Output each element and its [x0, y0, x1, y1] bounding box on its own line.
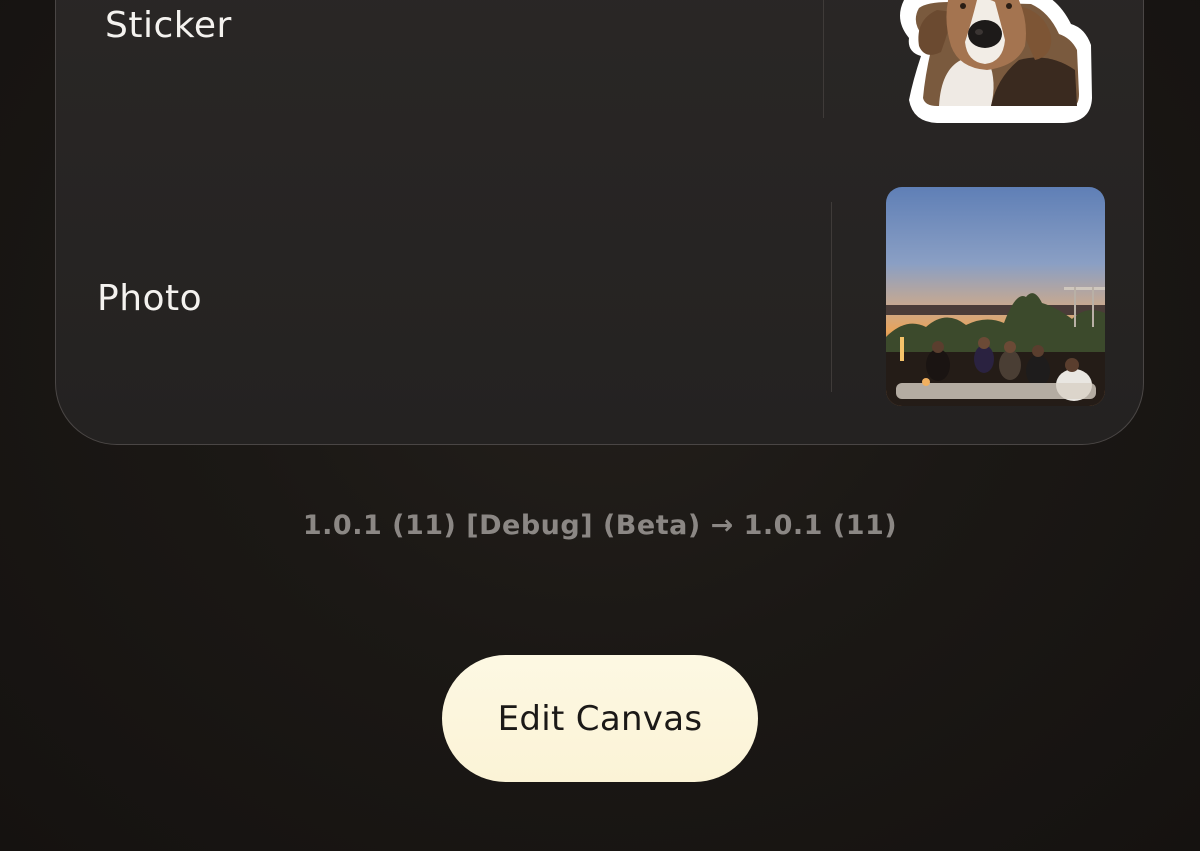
edit-canvas-button[interactable]: Edit Canvas	[442, 655, 758, 782]
photo-row-divider	[831, 202, 832, 392]
sticker-row-divider	[823, 0, 824, 118]
photo-row-label: Photo	[97, 278, 203, 319]
rooftop-sunset-photo[interactable]	[886, 187, 1105, 406]
app-version-label: 1.0.1 (11) [Debug] (Beta) → 1.0.1 (11)	[302, 510, 898, 541]
dog-sticker-icon[interactable]	[879, 0, 1094, 125]
sticker-row-label: Sticker	[105, 5, 232, 46]
